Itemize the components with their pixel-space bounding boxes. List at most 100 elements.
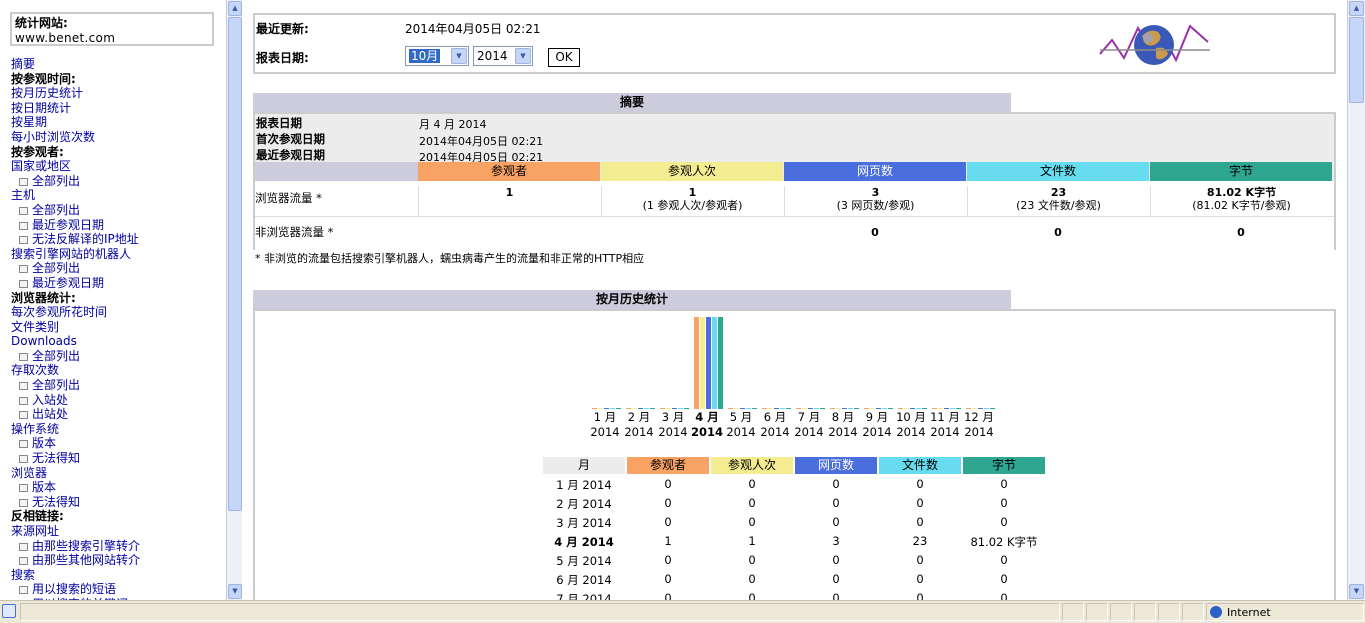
report-date-row-label: 报表日期 — [256, 116, 302, 130]
scroll-thumb[interactable] — [1349, 17, 1364, 103]
submenu-link[interactable]: 全部列出 — [11, 378, 140, 393]
submenu-link[interactable]: 无法反解译的IP地址 — [11, 232, 140, 247]
right-scrollbar[interactable]: ▲ ▼ — [1347, 0, 1365, 600]
month-name: 8 月 — [831, 410, 855, 424]
menu-link[interactable]: 按日期统计 — [11, 101, 140, 116]
chart-bar — [752, 408, 757, 409]
menu-link[interactable]: 摘要 — [11, 57, 140, 72]
chart-bar — [814, 408, 819, 409]
submenu-link[interactable]: 由那些其他网站转介 — [11, 553, 140, 568]
chevron-down-icon[interactable]: ▼ — [515, 48, 531, 64]
ok-button[interactable]: OK — [548, 48, 580, 67]
chart-month-label: 9 月 2014 — [860, 410, 894, 440]
submenu-link[interactable]: 无法得知 — [11, 451, 140, 466]
submenu-link[interactable]: 全部列出 — [11, 203, 140, 218]
chart-bar — [694, 317, 699, 409]
month-name: 10 月 — [896, 410, 926, 424]
summary-col-header: 参观人次 — [601, 162, 783, 181]
menu-link[interactable]: 国家或地区 — [11, 159, 140, 174]
summary-cell: 1 (1 参观人次/参观者) — [601, 186, 783, 216]
chart-bar — [972, 408, 977, 409]
submenu-link[interactable]: 无法得知 — [11, 495, 140, 510]
menu-heading: 反相链接: — [11, 509, 140, 524]
summary-value: 1 — [688, 186, 697, 199]
chart-bar — [768, 408, 773, 409]
menu-item-label: Downloads — [11, 334, 77, 349]
globe-icon — [1210, 606, 1222, 618]
menu-link[interactable]: 操作系统 — [11, 422, 140, 437]
submenu-link[interactable]: 用以搜索的短语 — [11, 582, 140, 597]
subitem-icon — [19, 557, 28, 566]
chart-month-label: 5 月 2014 — [724, 410, 758, 440]
last-update-value: 2014年04月05日 02:21 — [405, 22, 541, 36]
site-value: www.benet.com — [15, 31, 116, 45]
chevron-down-icon[interactable]: ▼ — [451, 48, 467, 64]
scroll-down-icon[interactable]: ▼ — [228, 584, 242, 599]
row-month: 6 月 2014 — [556, 573, 612, 587]
scroll-up-icon[interactable]: ▲ — [1349, 1, 1364, 16]
year-select[interactable]: 2014 ▼ — [473, 46, 533, 66]
submenu-link[interactable]: 最近参观日期 — [11, 218, 140, 233]
menu-link[interactable]: Downloads — [11, 334, 140, 349]
menu-link[interactable]: 主机 — [11, 188, 140, 203]
menu-link[interactable]: 每次参观所花时间 — [11, 305, 140, 320]
month-year: 2014 — [590, 425, 620, 439]
menu-item-label: 按星期 — [11, 115, 48, 130]
submenu-link[interactable]: 版本 — [11, 436, 140, 451]
table-row: 2 月 2014 0 0 0 0 0 — [243, 496, 1343, 515]
submenu-link[interactable]: 出站处 — [11, 407, 140, 422]
submenu-link[interactable]: 全部列出 — [11, 349, 140, 364]
submenu-link[interactable]: 由那些搜索引擎转介 — [11, 539, 140, 554]
chart-bar — [830, 408, 835, 409]
chart-bar — [712, 317, 717, 409]
menu-item-label: 存取次数 — [11, 363, 60, 378]
chart-month-label: 6 月 2014 — [758, 410, 792, 440]
summary-rows: 浏览器流量 * 非浏览器流量 * 1 1 (1 参观人次/参观者) 3 (3 网页数/参… — [255, 181, 1334, 251]
monthly-col-header: 参观者 — [627, 457, 709, 474]
scroll-down-icon[interactable]: ▼ — [1349, 584, 1364, 599]
row-value: 0 — [1000, 477, 1008, 491]
menu-link[interactable]: 浏览器 — [11, 466, 140, 481]
row-value: 0 — [1000, 496, 1008, 510]
submenu-link[interactable]: 版本 — [11, 480, 140, 495]
scroll-up-icon[interactable]: ▲ — [228, 1, 242, 16]
menu-link[interactable]: 文件类别 — [11, 320, 140, 335]
row-value: 0 — [832, 477, 840, 491]
submenu-link[interactable]: 最近参观日期 — [11, 276, 140, 291]
summary-ratio: (81.02 K字节/参观) — [1192, 199, 1291, 212]
menu-link[interactable]: 搜索 — [11, 568, 140, 583]
menu-link[interactable]: 按月历史统计 — [11, 86, 140, 101]
month-year: 2014 — [760, 425, 790, 439]
chart-bar — [916, 408, 921, 409]
menu-link[interactable]: 存取次数 — [11, 363, 140, 378]
menu-item-label: 由那些其他网站转介 — [32, 553, 141, 568]
row-value: 81.02 K字节 — [970, 535, 1038, 549]
row-value: 0 — [916, 591, 924, 600]
menu-link[interactable]: 每小时浏览次数 — [11, 130, 140, 145]
chart-bar — [684, 408, 689, 409]
submenu-link[interactable]: 全部列出 — [11, 261, 140, 276]
month-year: 2014 — [862, 425, 892, 439]
month-select-value: 10月 — [407, 48, 442, 64]
menu-link[interactable]: 按星期 — [11, 115, 140, 130]
menu-link[interactable]: 来源网址 — [11, 524, 140, 539]
menu-item-label: 按参观时间: — [11, 71, 76, 86]
menu-item-label: 操作系统 — [11, 421, 60, 436]
chart-bar — [626, 408, 631, 409]
menu-link[interactable]: 搜索引擎网站的机器人 — [11, 247, 140, 262]
submenu-link[interactable]: 全部列出 — [11, 174, 140, 189]
submenu-link[interactable]: 入站处 — [11, 393, 140, 408]
month-year: 2014 — [726, 425, 756, 439]
summary-cell: 3 (3 网页数/参观) — [784, 186, 966, 216]
month-select[interactable]: 10月 ▼ — [405, 46, 469, 66]
month-name: 9 月 — [865, 410, 889, 424]
summary-col-header: 文件数 — [967, 162, 1149, 181]
table-row: 4 月 2014 1 1 3 23 81.02 K字节 — [243, 534, 1343, 553]
left-scrollbar[interactable]: ▲ ▼ — [226, 0, 242, 600]
row-value: 0 — [664, 591, 672, 600]
menu-item-label: 无法得知 — [32, 451, 81, 466]
subitem-icon — [19, 542, 28, 551]
chart-bar — [944, 408, 949, 409]
chart-bar — [876, 408, 881, 409]
scroll-thumb[interactable] — [228, 17, 242, 511]
